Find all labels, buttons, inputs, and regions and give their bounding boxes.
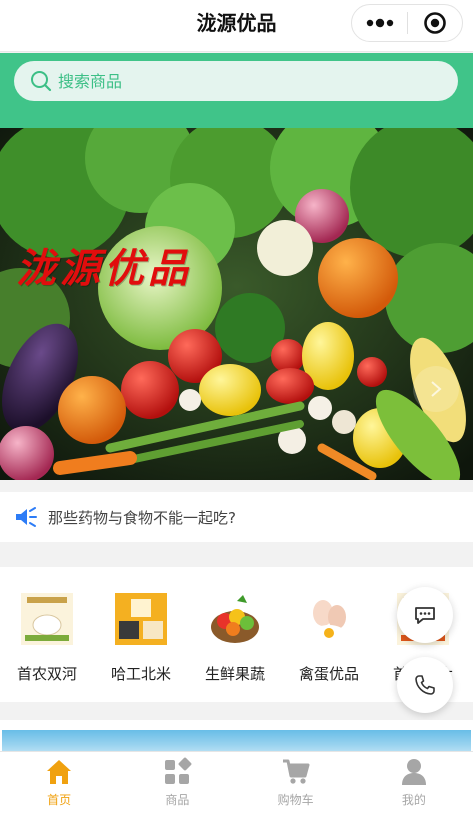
tab-label: 我的 (401, 793, 426, 807)
search-input[interactable] (58, 71, 418, 91)
category-item[interactable]: 生鲜果蔬 (188, 567, 282, 702)
tab-label: 商品 (165, 793, 190, 807)
navigation-bar: 泷源优品 (0, 0, 473, 52)
cart-icon (282, 759, 310, 784)
search-bar-area (0, 53, 473, 128)
category-label: 生鲜果蔬 (204, 665, 265, 683)
fruit-basket-icon (211, 595, 259, 643)
chat-icon (415, 607, 435, 624)
more-dots-icon (366, 18, 393, 28)
grid-icon (165, 757, 192, 784)
phone-button[interactable] (397, 657, 453, 713)
category-item[interactable]: 哈工北米 (94, 567, 188, 702)
chevron-right-icon (431, 381, 442, 397)
category-label: 首农双河 (16, 665, 77, 683)
tab-profile[interactable]: 我的 (355, 752, 473, 816)
tab-home[interactable]: 首页 (0, 752, 118, 816)
tab-label: 购物车 (277, 793, 314, 807)
tab-cart[interactable]: 购物车 (237, 752, 355, 816)
target-icon (424, 12, 446, 34)
notice-text: 那些药物与食物不能一起吃? (48, 508, 236, 527)
tab-label: 首页 (47, 793, 72, 807)
banner-image (0, 128, 473, 480)
phone-icon (415, 675, 435, 695)
category-label: 禽蛋优品 (298, 665, 359, 683)
speaker-icon (16, 507, 37, 527)
rice-bag-icon (21, 593, 73, 645)
home-icon (47, 760, 72, 784)
close-mini-program-button[interactable] (408, 4, 462, 42)
bottom-tab-bar: 首页 商品 购物车 我的 (0, 751, 473, 816)
category-item[interactable]: 禽蛋优品 (282, 567, 376, 702)
mini-program-capsule (351, 4, 463, 42)
banner-next-button[interactable] (413, 366, 459, 412)
tab-products[interactable]: 商品 (118, 752, 236, 816)
banner-carousel[interactable]: 泷源优品 (0, 128, 473, 480)
category-item[interactable]: 首农双河 (0, 567, 94, 702)
user-icon (401, 759, 426, 785)
rice-box-icon (115, 593, 167, 645)
secondary-banner[interactable] (0, 720, 473, 754)
more-options-button[interactable] (352, 4, 407, 42)
eggs-icon (313, 600, 346, 641)
notice-bar[interactable]: 那些药物与食物不能一起吃? (0, 492, 473, 542)
chat-button[interactable] (397, 587, 453, 643)
search-box[interactable] (14, 61, 458, 101)
search-icon (31, 71, 52, 92)
category-label: 哈工北米 (110, 665, 171, 683)
banner-logo-text: 泷源优品 (16, 245, 192, 292)
